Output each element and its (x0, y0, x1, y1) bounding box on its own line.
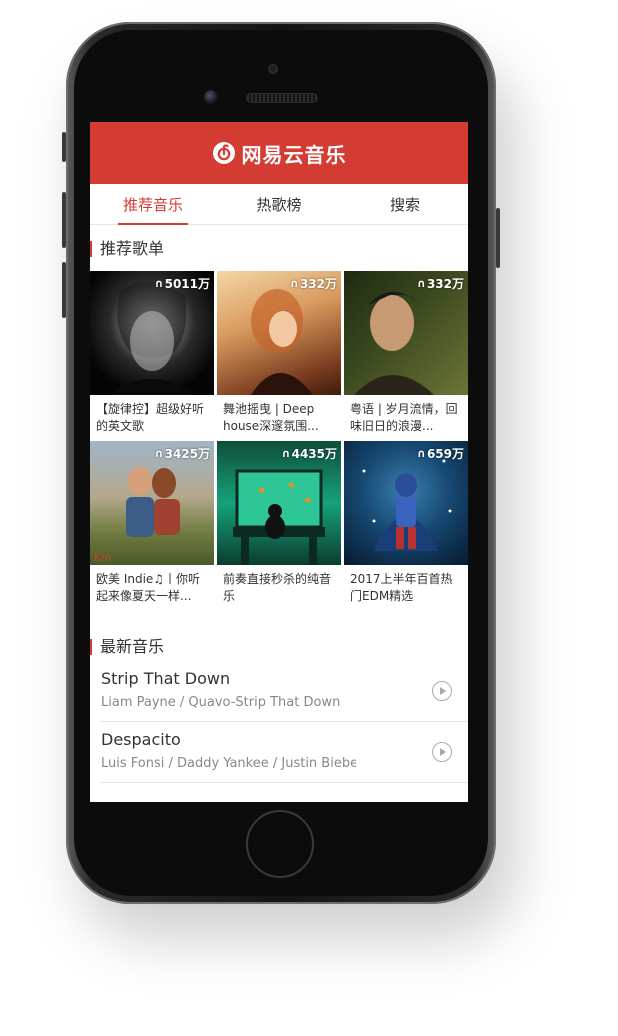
mute-switch (62, 132, 66, 162)
top-sensor (268, 64, 278, 74)
earpiece-speaker (246, 93, 318, 103)
playlist-cover: ∩ 659万 (344, 441, 468, 565)
song-name: Despacito (101, 730, 181, 749)
playlist-cover: ∩ 4435万 (217, 441, 341, 565)
playlist-card[interactable]: ∩ 5011万 【旋律控】超级好听的英文歌 (90, 271, 214, 441)
play-count: ∩ 4435万 (282, 445, 337, 462)
playlist-card[interactable]: ∩ 4435万 前奏直接秒杀的纯音乐 (217, 441, 341, 611)
song-item[interactable]: Strip That Down Liam Payne / Quavo-Strip… (100, 661, 468, 722)
play-count-value: 5011万 (164, 277, 210, 291)
playlist-cover: ∩ 332万 (217, 271, 341, 395)
playlist-title: 2017上半年百首热门EDM精选 (350, 572, 453, 603)
playlist-cover: Kin ∩ 3425万 (90, 441, 214, 565)
playlist-cover: ∩ 332万 (344, 271, 468, 395)
play-count: ∩ 332万 (417, 275, 464, 292)
app-screen: 网易云音乐 推荐音乐 热歌榜 搜索 推荐歌单 ∩ 5011万 【旋律控】超级好听… (90, 122, 468, 802)
headphone-icon: ∩ (417, 447, 426, 460)
playlist-title: 欧美 Indie♫丨你听起来像夏天一样... (96, 572, 201, 603)
playlist-grid: ∩ 5011万 【旋律控】超级好听的英文歌 ∩ 332万 舞池摇曳 | Deep… (90, 271, 468, 611)
playlist-card[interactable]: Kin ∩ 3425万 欧美 Indie♫丨你听起来像夏天一样... (90, 441, 214, 611)
headphone-icon: ∩ (281, 447, 291, 460)
headphone-icon: ∩ (417, 277, 426, 290)
app-header: 网易云音乐 (90, 122, 468, 184)
front-camera (204, 90, 218, 104)
play-count: ∩ 3425万 (155, 445, 210, 462)
power-button (496, 208, 500, 268)
playlist-title: 粤语 | 岁月流情，回味旧日的浪漫... (350, 402, 458, 433)
playlist-card[interactable]: ∩ 659万 2017上半年百首热门EDM精选 (344, 441, 468, 611)
song-item[interactable]: Despacito Luis Fonsi / Daddy Yankee / Ju… (100, 722, 468, 783)
section-title-newest: 最新音乐 (90, 635, 468, 659)
play-count-value: 3425万 (164, 447, 210, 461)
playlist-card[interactable]: ∩ 332万 粤语 | 岁月流情，回味旧日的浪漫... (344, 271, 468, 441)
headphone-icon: ∩ (154, 277, 164, 290)
headphone-icon: ∩ (154, 447, 164, 460)
play-circle-icon[interactable] (432, 742, 452, 762)
section-title-playlists: 推荐歌单 (90, 237, 468, 261)
tab-recommend[interactable]: 推荐音乐 (90, 184, 216, 225)
playlist-title: 舞池摇曳 | Deep house深邃氛围... (223, 402, 319, 433)
play-count-value: 4435万 (291, 447, 337, 461)
headphone-icon: ∩ (290, 277, 299, 290)
playlist-cover: ∩ 5011万 (90, 271, 214, 395)
tab-search[interactable]: 搜索 (342, 184, 468, 224)
playlist-title: 前奏直接秒杀的纯音乐 (223, 572, 332, 603)
play-circle-icon[interactable] (432, 681, 452, 701)
volume-down-button (62, 262, 66, 318)
home-button[interactable] (246, 810, 314, 878)
play-count: ∩ 659万 (417, 445, 464, 462)
tab-hot-songs[interactable]: 热歌榜 (216, 184, 342, 224)
play-count-value: 659万 (426, 447, 464, 461)
play-count-value: 332万 (426, 277, 464, 291)
svg-text:Kin: Kin (94, 551, 111, 564)
playlist-title: 【旋律控】超级好听的英文歌 (96, 402, 205, 433)
song-artist: Liam Payne / Quavo-Strip That Down (101, 695, 341, 710)
play-count: ∩ 332万 (290, 275, 337, 292)
play-count: ∩ 5011万 (155, 275, 210, 292)
playlist-card[interactable]: ∩ 332万 舞池摇曳 | Deep house深邃氛围... (217, 271, 341, 441)
tab-bar: 推荐音乐 热歌榜 搜索 (90, 184, 468, 225)
app-title: 网易云音乐 (241, 142, 347, 167)
play-count-value: 332万 (299, 277, 337, 291)
song-artist: Luis Fonsi / Daddy Yankee / Justin Biebe… (101, 756, 356, 771)
volume-up-button (62, 192, 66, 248)
netease-music-logo-icon (212, 141, 236, 165)
song-name: Strip That Down (101, 669, 231, 688)
